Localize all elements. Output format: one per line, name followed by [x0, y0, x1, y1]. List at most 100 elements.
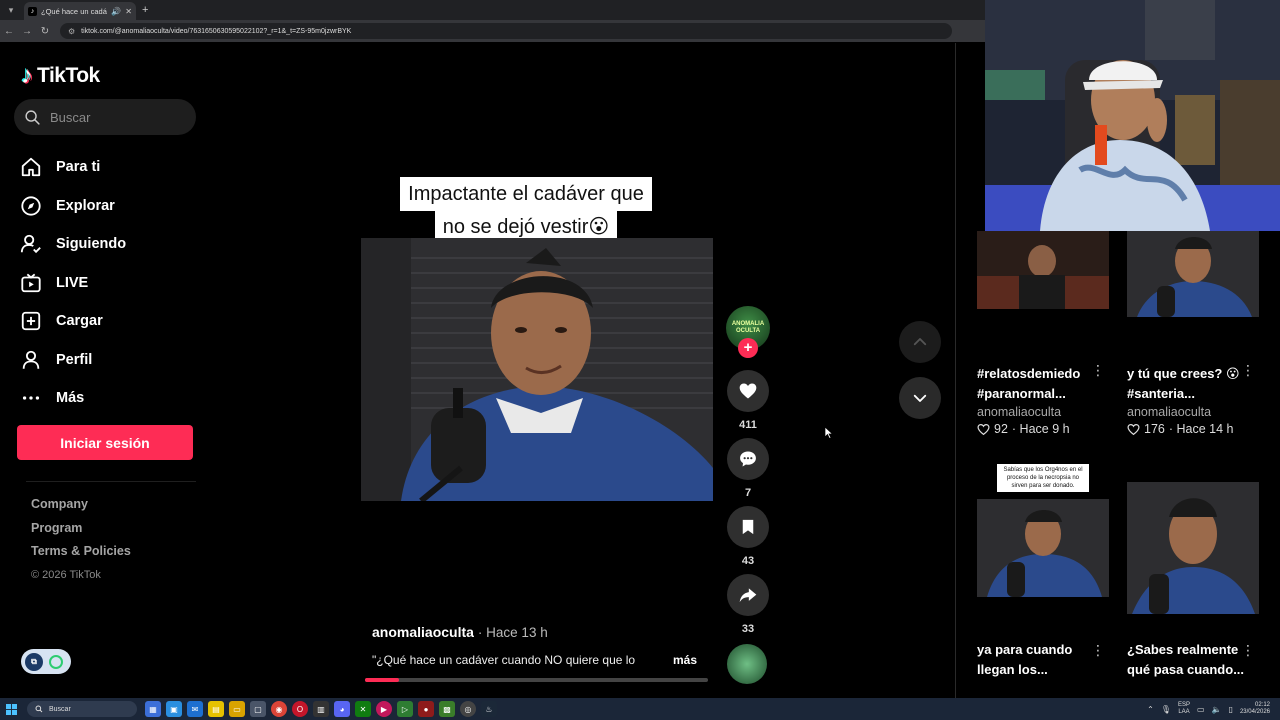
save-count: 43 — [741, 555, 755, 567]
site-info-icon[interactable]: ⚙ — [68, 27, 75, 36]
task-view-icon[interactable]: ▦ — [145, 701, 161, 717]
login-button[interactable]: Iniciar sesión — [17, 425, 193, 460]
sidebar-item-perfil[interactable]: Perfil — [20, 341, 126, 380]
tiktok-note-icon: ♪ — [21, 62, 33, 89]
kebab-menu-icon[interactable]: ⋮ — [1091, 362, 1105, 379]
speaker-icon[interactable]: 🔊 — [111, 7, 121, 16]
share-count: 33 — [741, 623, 755, 635]
sidebar-item-para-ti[interactable]: Para ti — [20, 148, 126, 187]
chrome-icon[interactable]: ◉ — [271, 701, 287, 717]
footer-link-program[interactable]: Program — [31, 521, 131, 545]
related-thumbnail[interactable]: Sabías que los Org4nos en el proceso de … — [977, 462, 1109, 597]
mail-icon[interactable]: ✉ — [187, 701, 203, 717]
language-indicator[interactable]: ESP LAA — [1178, 702, 1190, 716]
tiktok-logo[interactable]: ♪ TikTok — [21, 62, 100, 90]
footer-link-terms[interactable]: Terms & Policies — [31, 544, 131, 568]
related-title[interactable]: ya para cuando llegan los... — [977, 640, 1097, 680]
tab-close-icon[interactable]: ✕ — [125, 7, 132, 16]
app-icon[interactable]: ◎ — [460, 701, 476, 717]
profile-icon — [20, 349, 42, 371]
store-icon[interactable]: ▣ — [166, 701, 182, 717]
play-icon[interactable]: ▷ — [397, 701, 413, 717]
steam-icon[interactable]: ♨ — [481, 701, 497, 717]
upload-icon — [20, 310, 42, 332]
media-icon[interactable]: ▥ — [313, 701, 329, 717]
more-button[interactable]: más — [673, 653, 697, 667]
sidebar-item-siguiendo[interactable]: Siguiendo — [20, 225, 126, 264]
tab-title: ¿Qué hace un cadáver cu... — [41, 6, 107, 16]
kebab-menu-icon[interactable]: ⋮ — [1091, 642, 1105, 659]
url-input[interactable]: ⚙ tiktok.com/@anomaliaoculta/video/76316… — [60, 23, 952, 39]
related-title[interactable]: ¿Sabes realmente qué pasa cuando... — [1127, 640, 1247, 680]
xbox-icon[interactable]: ✕ — [355, 701, 371, 717]
related-video-card[interactable]: #relatosdemiedo #paranormal... ⋮ anomali… — [977, 231, 1127, 436]
search-input[interactable]: Buscar — [14, 99, 196, 135]
forward-arrow-icon[interactable]: → — [18, 26, 36, 37]
tab-search-icon[interactable]: ▾ — [2, 2, 20, 18]
new-tab-icon[interactable]: + — [142, 4, 148, 16]
video-player[interactable] — [361, 238, 713, 501]
kebab-menu-icon[interactable]: ⋮ — [1241, 642, 1255, 659]
minecraft-icon[interactable]: ▩ — [439, 701, 455, 717]
related-thumbnail[interactable] — [977, 231, 1109, 309]
related-thumbnail[interactable] — [1127, 231, 1259, 317]
folder-icon[interactable]: ▭ — [229, 701, 245, 717]
network-icon[interactable]: ▭ — [1197, 705, 1205, 714]
taskbar-search[interactable]: Buscar — [27, 701, 137, 717]
author-name[interactable]: anomaliaoculta — [372, 624, 474, 640]
share-button[interactable] — [727, 574, 769, 616]
follow-button[interactable]: + — [738, 338, 758, 358]
player-icon[interactable]: ▶ — [376, 701, 392, 717]
related-video-card[interactable]: y tú que crees? 😮 #santeria... ⋮ anomali… — [1127, 231, 1277, 436]
windows-start-icon[interactable] — [0, 698, 22, 720]
related-author[interactable]: anomaliaoculta — [977, 405, 1127, 419]
notes-icon[interactable]: ▤ — [208, 701, 224, 717]
power-icon[interactable] — [49, 654, 63, 669]
footer-link-company[interactable]: Company — [31, 497, 131, 521]
related-video-card[interactable]: Sabías que los Org4nos en el proceso de … — [977, 462, 1127, 680]
sidebar-item-explorar[interactable]: Explorar — [20, 187, 126, 226]
comment-action: 7 — [726, 438, 770, 499]
volume-icon[interactable]: 🔈 — [1212, 705, 1222, 714]
related-thumbnail[interactable] — [1127, 482, 1259, 614]
reload-icon[interactable]: ↻ — [36, 26, 54, 37]
extension-widget[interactable]: ⧉ — [21, 649, 71, 674]
chevron-up-icon[interactable]: ⌃ — [1147, 705, 1154, 714]
sidebar-item-cargar[interactable]: Cargar — [20, 302, 126, 341]
related-time: · Hace 14 h — [1168, 422, 1234, 436]
battery-icon[interactable]: ▯ — [1229, 705, 1233, 714]
heart-outline-icon — [1127, 423, 1140, 435]
browser-tab[interactable]: ♪ ¿Qué hace un cadáver cu... 🔊 ✕ — [24, 2, 136, 20]
sidebar-item-mas[interactable]: Más — [20, 379, 126, 418]
app-icon[interactable]: ▢ — [250, 701, 266, 717]
related-title[interactable]: y tú que crees? 😮 #santeria... — [1127, 364, 1247, 404]
comment-icon — [740, 451, 756, 467]
back-arrow-icon[interactable]: ← — [0, 26, 18, 37]
music-disc-icon[interactable] — [727, 644, 767, 684]
lang-layout: LAA — [1178, 709, 1190, 715]
previous-video-button[interactable] — [899, 321, 941, 363]
kebab-menu-icon[interactable]: ⋮ — [1241, 362, 1255, 379]
discord-icon[interactable]: ◕ — [334, 701, 350, 717]
live-icon — [20, 272, 42, 294]
related-video-card[interactable]: ¿Sabes realmente qué pasa cuando... ⋮ — [1127, 482, 1277, 680]
comment-button[interactable] — [727, 438, 769, 480]
save-button[interactable] — [727, 506, 769, 548]
tiktok-favicon-icon: ♪ — [28, 6, 37, 16]
opera-icon[interactable]: O — [292, 701, 308, 717]
video-progress-fill — [365, 678, 400, 682]
next-video-button[interactable] — [899, 377, 941, 419]
caption-line: Impactante el cadáver que — [400, 177, 652, 211]
video-progress-bar[interactable] — [365, 678, 708, 682]
bookmark-icon — [742, 519, 754, 535]
taskbar-apps: ▦ ▣ ✉ ▤ ▭ ▢ ◉ O ▥ ◕ ✕ ▶ ▷ ● ▩ ◎ ♨ — [145, 701, 497, 717]
related-author[interactable]: anomaliaoculta — [1127, 405, 1277, 419]
like-button[interactable] — [727, 370, 769, 412]
related-title[interactable]: #relatosdemiedo #paranormal... — [977, 364, 1097, 404]
clock[interactable]: 02:12 23/04/2026 — [1240, 702, 1270, 716]
microphone-icon[interactable]: 🎙 — [1161, 705, 1171, 714]
obs-icon[interactable]: ● — [418, 701, 434, 717]
video-frame-image — [361, 238, 713, 501]
browser-tab-bar: ▾ ♪ ¿Qué hace un cadáver cu... 🔊 ✕ + — [0, 0, 985, 20]
sidebar-item-live[interactable]: LIVE — [20, 264, 126, 303]
